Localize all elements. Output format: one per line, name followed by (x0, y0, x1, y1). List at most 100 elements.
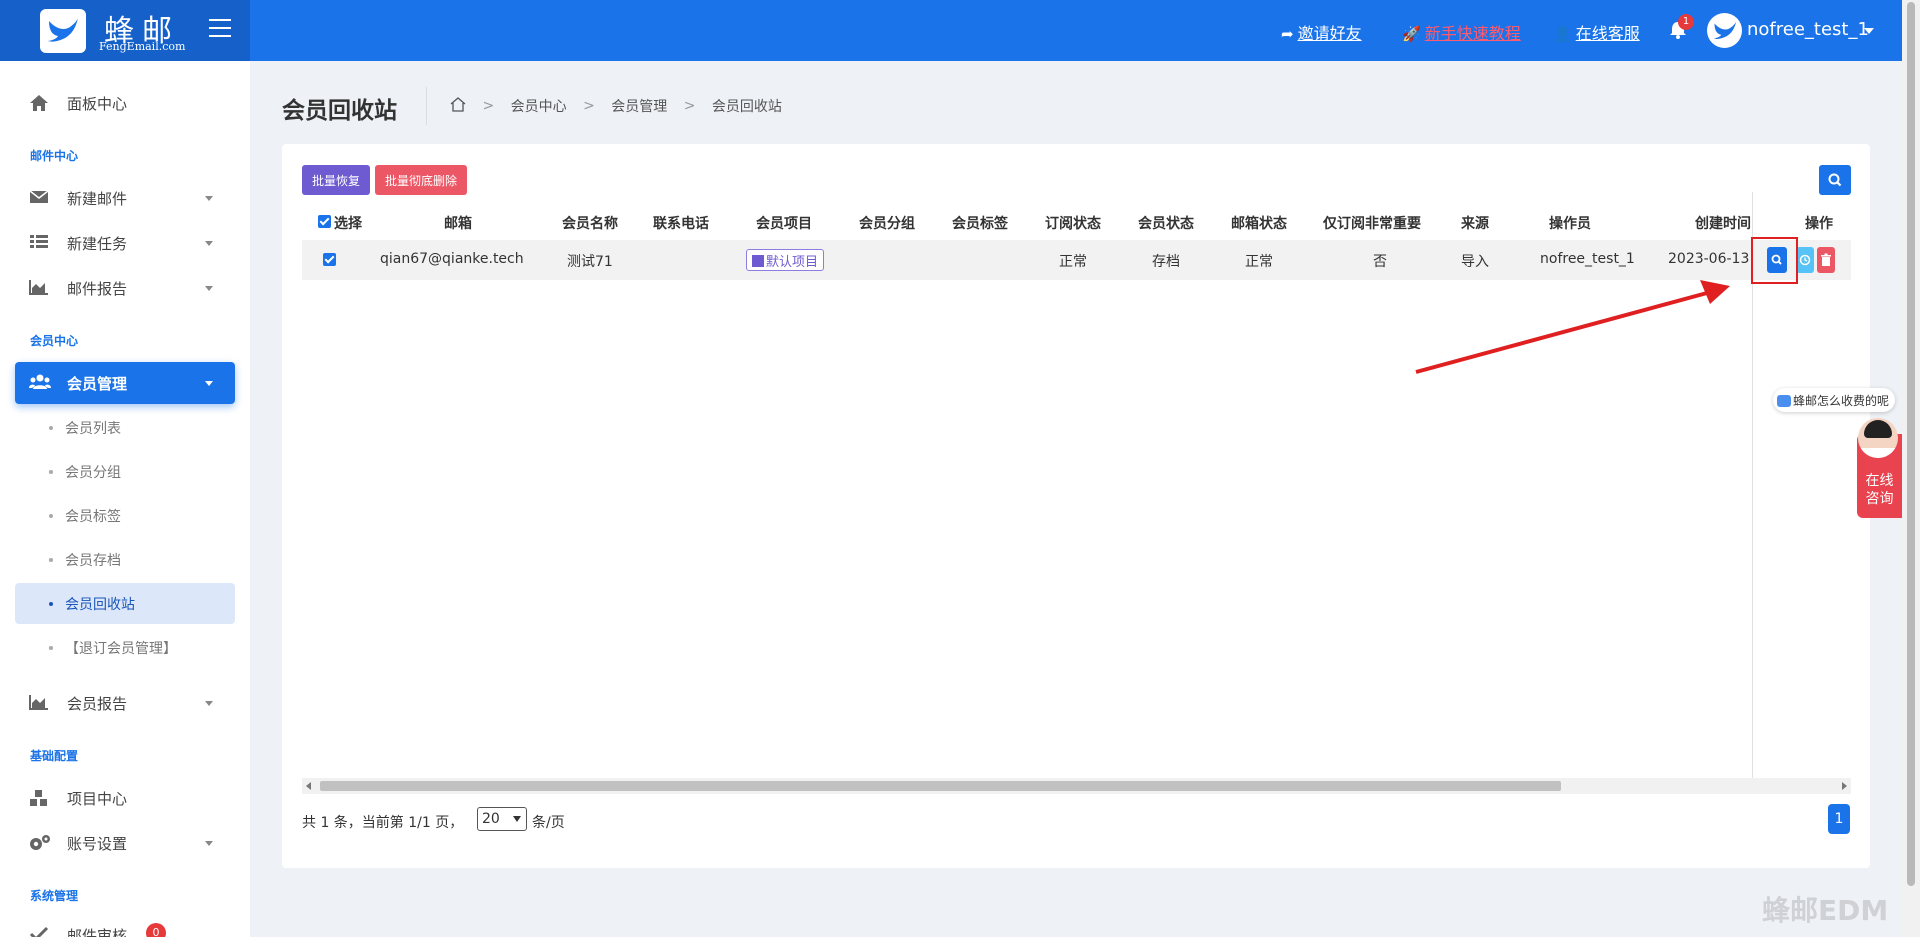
col-email-status: 邮箱状态 (1231, 216, 1287, 232)
chevron-down-icon (205, 701, 213, 706)
history-icon (1799, 254, 1811, 266)
breadcrumb-member-manage[interactable]: 会员管理 (611, 96, 667, 116)
col-project: 会员项目 (756, 216, 812, 232)
sidebar-item-new-mail[interactable]: 新建邮件 (15, 177, 235, 219)
col-source: 来源 (1461, 216, 1489, 232)
col-member-name: 会员名称 (562, 216, 618, 232)
users-icon (29, 374, 51, 392)
list-icon (29, 234, 49, 252)
scroll-left-arrow-icon[interactable] (306, 782, 311, 790)
cell-operator: nofree_test_1 (1540, 251, 1635, 267)
batch-delete-button[interactable]: 批量彻底删除 (375, 165, 467, 195)
cell-member-status: 存档 (1152, 254, 1180, 270)
title-divider (426, 87, 427, 125)
bird-avatar-icon (1713, 21, 1737, 39)
search-button[interactable] (1819, 165, 1851, 195)
sidebar-item-project-center[interactable]: 项目中心 (15, 777, 235, 819)
sidebar-item-dashboard[interactable]: 面板中心 (15, 82, 235, 124)
chevron-down-icon (513, 816, 521, 822)
col-important-only: 仅订阅非常重要 (1323, 216, 1421, 232)
col-email: 邮箱 (444, 216, 472, 232)
user-icon: 👤 (1553, 25, 1572, 43)
section-system-manage: 系统管理 (30, 889, 79, 903)
cell-created: 2023-06-13 1( (1668, 251, 1752, 267)
sidebar-sub-member-recycle[interactable]: 会员回收站 (15, 583, 235, 624)
col-tag: 会员标签 (952, 216, 1008, 232)
page-button-current[interactable]: 1 (1828, 804, 1850, 834)
cell-email: qian67@qianke.tech (380, 251, 524, 267)
bird-logo-icon (48, 18, 78, 42)
sidebar-item-mail-report[interactable]: 邮件报告 (15, 267, 235, 309)
sidebar-sub-member-list[interactable]: 会员列表 (15, 407, 235, 448)
breadcrumb-current: 会员回收站 (711, 99, 782, 115)
table-horizontal-scrollbar[interactable] (302, 778, 1851, 794)
home-icon (29, 94, 49, 112)
col-select: 选择 (334, 216, 362, 232)
col-member-status: 会员状态 (1138, 216, 1194, 232)
table-header: 选择 邮箱 会员名称 联系电话 会员项目 会员分组 会员标签 订阅状态 会员状态… (302, 203, 1851, 240)
avatar[interactable] (1707, 13, 1742, 48)
online-service-link[interactable]: 👤 在线客服 (1553, 20, 1640, 44)
sidebar-sub-member-group[interactable]: 会员分组 (15, 451, 235, 492)
col-created: 创建时间 (1695, 216, 1751, 232)
col-group: 会员分组 (859, 216, 915, 232)
sidebar-sub-member-archive[interactable]: 会员存档 (15, 539, 235, 580)
highlight-annotation-box (1751, 237, 1798, 284)
sidebar-item-mail-review[interactable]: 邮件审核 0 (15, 917, 235, 937)
sidebar-item-account-settings[interactable]: 账号设置 (15, 822, 235, 864)
check-icon (29, 926, 49, 937)
trash-icon (1821, 253, 1831, 266)
col-actions: 操作 (1805, 216, 1833, 232)
watermark: 蜂邮EDM (1762, 894, 1889, 927)
cell-important-only: 否 (1373, 254, 1387, 270)
pagination-summary: 共 1 条，当前第 1/1 页， (302, 815, 464, 831)
user-name[interactable]: nofree_test_1 (1747, 19, 1869, 40)
page-scrollbar[interactable] (1902, 0, 1920, 937)
row-checkbox[interactable] (323, 253, 336, 266)
section-mail-center: 邮件中心 (30, 149, 79, 163)
chevron-down-icon (205, 286, 213, 291)
restore-button[interactable] (1796, 247, 1814, 273)
search-icon (1828, 173, 1842, 187)
sidebar-item-member-manage[interactable]: 会员管理 (15, 362, 235, 404)
section-basic-config: 基础配置 (30, 749, 79, 763)
breadcrumb-separator: > (583, 98, 595, 114)
quick-tutorial-link[interactable]: 🚀 新手快速教程 (1402, 20, 1521, 44)
share-icon: ➦ (1281, 25, 1294, 43)
page-size-select[interactable]: 20 (477, 807, 527, 831)
cell-email-status: 正常 (1245, 254, 1273, 270)
faq-bubble[interactable]: 蜂邮怎么收费的呢 (1773, 388, 1896, 412)
sidebar-item-member-report[interactable]: 会员报告 (15, 682, 235, 724)
page-title: 会员回收站 (282, 98, 397, 124)
sidebar: 面板中心 邮件中心 新建邮件 新建任务 邮件报告 会员中心 会员管理 会员列表 … (0, 61, 250, 937)
col-operator: 操作员 (1549, 216, 1591, 232)
scroll-right-arrow-icon[interactable] (1842, 782, 1847, 790)
project-tag: 默认项目 (746, 249, 825, 271)
sidebar-sub-member-tag[interactable]: 会员标签 (15, 495, 235, 536)
cell-member-name: 测试71 (567, 254, 613, 270)
sidebar-sub-unsubscribe-manage[interactable]: 【退订会员管理】 (15, 627, 235, 668)
breadcrumb-separator: > (482, 98, 495, 114)
cell-source: 导入 (1461, 254, 1489, 270)
user-menu-caret-icon[interactable] (1864, 28, 1874, 34)
sidebar-item-new-task[interactable]: 新建任务 (15, 222, 235, 264)
breadcrumb-member-center[interactable]: 会员中心 (511, 96, 567, 116)
logo[interactable] (40, 9, 86, 53)
top-navbar: 蜂邮 FengEmail.com ➦ 邀请好友 🚀 新手快速教程 👤 在线客服 1 n… (0, 0, 1902, 61)
cell-subscription: 正常 (1059, 254, 1087, 270)
table-scrollbar-thumb[interactable] (320, 781, 1561, 791)
delete-button[interactable] (1817, 247, 1835, 273)
invite-friends-link[interactable]: ➦ 邀请好友 (1281, 20, 1362, 44)
home-icon[interactable] (450, 96, 466, 116)
rocket-icon: 🚀 (1402, 25, 1421, 43)
cubes-icon (29, 789, 49, 807)
batch-restore-button[interactable]: 批量恢复 (302, 165, 370, 195)
page-scrollbar-thumb[interactable] (1907, 2, 1915, 886)
area-chart-icon (29, 279, 49, 297)
annotation-arrow-icon (1415, 280, 1730, 374)
cubes-icon (752, 255, 764, 267)
select-all-checkbox[interactable] (318, 215, 331, 228)
review-count-badge: 0 (146, 923, 166, 937)
menu-toggle-icon[interactable] (209, 19, 231, 37)
breadcrumb-separator: > (683, 98, 696, 114)
